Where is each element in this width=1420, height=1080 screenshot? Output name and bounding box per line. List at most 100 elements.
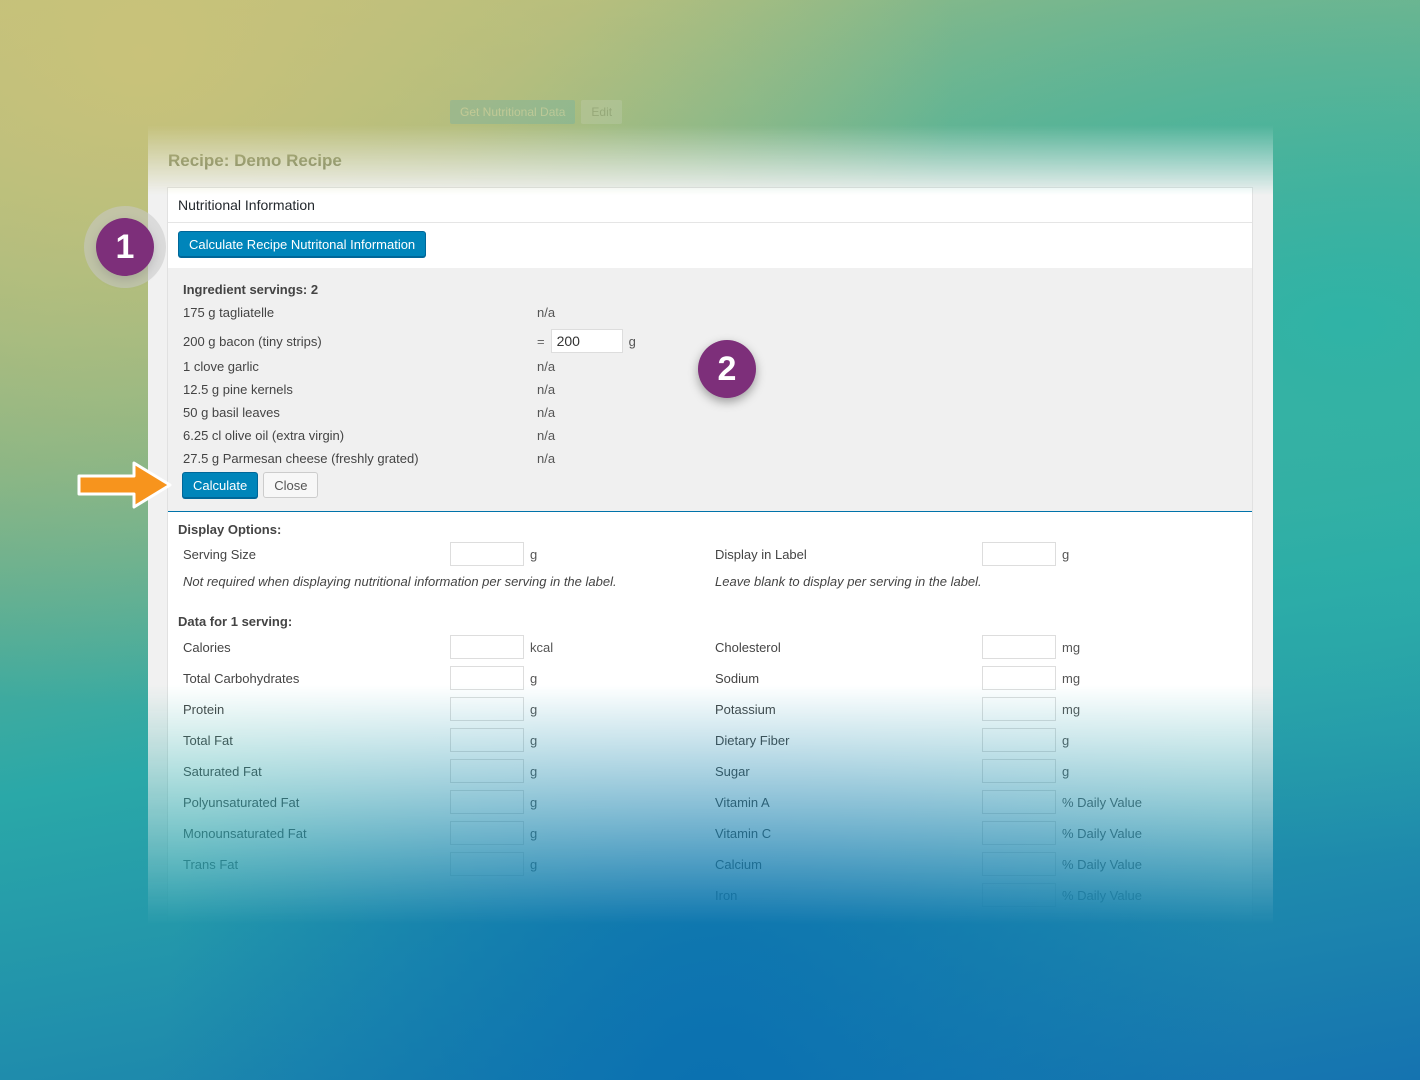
ingredient-amount-input[interactable] xyxy=(550,329,623,353)
nutrient-row: Sugar g xyxy=(715,759,1069,783)
clear-button[interactable]: Clear xyxy=(238,942,292,968)
nutrient-row: Protein g xyxy=(183,697,537,721)
nutrient-unit: mg xyxy=(1062,639,1081,655)
nutrient-input[interactable] xyxy=(450,790,524,814)
nutrient-unit: mg xyxy=(1062,670,1081,686)
nutrient-input[interactable] xyxy=(450,759,524,783)
nutrient-row: Saturated Fat g xyxy=(183,759,537,783)
nutrient-unit: kcal xyxy=(530,639,554,655)
nutrient-label: Calories xyxy=(183,639,231,655)
nutrient-label: Total Fat xyxy=(183,732,233,748)
nutrient-row: Cholesterol mg xyxy=(715,635,1080,659)
close-button[interactable]: Close xyxy=(263,472,319,498)
nutrient-unit: g xyxy=(530,763,538,779)
nutrient-label: Cholesterol xyxy=(715,639,781,655)
edit-button: Edit xyxy=(581,100,623,124)
nutrient-input[interactable] xyxy=(982,697,1056,721)
nutrient-row: Calcium % Daily Value xyxy=(715,852,1142,876)
nutrient-label: Dietary Fiber xyxy=(715,732,790,748)
field-unit: g xyxy=(1062,546,1070,562)
nutrient-unit: % Daily Value xyxy=(1062,825,1142,841)
nutrient-row: Vitamin A % Daily Value xyxy=(715,790,1142,814)
nutrient-row: Total Carbohydrates g xyxy=(183,666,537,690)
nutrient-row: Iron % Daily Value xyxy=(715,883,1142,907)
nutrient-label: Iron xyxy=(715,887,738,903)
nutrient-label: Trans Fat xyxy=(183,856,239,872)
display-in-label-input[interactable] xyxy=(982,542,1056,566)
nutrient-input[interactable] xyxy=(982,728,1056,752)
data-per-serving-heading: Data for 1 serving: xyxy=(178,614,293,629)
nutrient-unit: g xyxy=(530,670,538,686)
ingredient-row: 50 g basil leaves n/a xyxy=(183,402,555,422)
ingredient-row: 6.25 cl olive oil (extra virgin) n/a xyxy=(183,425,555,445)
ingredient-row: 200 g bacon (tiny strips) = g xyxy=(183,329,636,353)
nutrient-label: Sugar xyxy=(715,763,750,779)
ingredient-name: 27.5 g Parmesan cheese (freshly grated) xyxy=(183,450,419,466)
ingredient-row: 175 g tagliatelle n/a xyxy=(183,302,555,322)
nutrient-input[interactable] xyxy=(450,821,524,845)
nutrient-label: Protein xyxy=(183,701,225,717)
calculate-button[interactable]: Calculate xyxy=(182,472,259,498)
ingredient-row: 1 clove garlic n/a xyxy=(183,356,555,376)
nutrient-label: Polyunsaturated Fat xyxy=(183,794,300,810)
nutrient-input[interactable] xyxy=(982,790,1056,814)
nutrient-input[interactable] xyxy=(450,728,524,752)
page-title: Recipe: Demo Recipe xyxy=(168,151,342,170)
nutrient-unit: g xyxy=(530,856,538,872)
nutrient-input[interactable] xyxy=(982,759,1056,783)
nutrient-unit: g xyxy=(530,701,538,717)
ingredient-value: n/a xyxy=(537,381,556,397)
nutrient-label: Total Carbohydrates xyxy=(183,670,300,686)
save-button[interactable]: Save xyxy=(182,942,234,968)
nutrient-unit: g xyxy=(530,825,538,841)
field-label: Serving Size xyxy=(183,546,256,562)
field-unit: g xyxy=(530,546,538,562)
ingredient-row: 12.5 g pine kernels n/a xyxy=(183,379,555,399)
ingredient-value: n/a xyxy=(537,304,556,320)
nutrient-unit: mg xyxy=(1062,701,1081,717)
ingredient-value: n/a xyxy=(537,427,556,443)
nutrient-label: Potassium xyxy=(715,701,776,717)
nutrient-row: Dietary Fiber g xyxy=(715,728,1069,752)
nutrient-row: Sodium mg xyxy=(715,666,1080,690)
nutritional-information-box: Nutritional Information Calculate Recipe… xyxy=(167,187,1253,968)
step-1-badge: 1 xyxy=(96,218,154,276)
calculate-recipe-nutrition-button[interactable]: Calculate Recipe Nutritonal Information xyxy=(178,231,427,257)
nutrient-input[interactable] xyxy=(982,635,1056,659)
get-nutritional-data-button: Get Nutritional Data xyxy=(450,100,576,124)
ingredient-value: n/a xyxy=(537,450,556,466)
nutrient-row: Calories kcal xyxy=(183,635,553,659)
step-2-badge: 2 xyxy=(698,340,756,398)
ingredient-row: 27.5 g Parmesan cheese (freshly grated) … xyxy=(183,448,555,468)
nutrient-input[interactable] xyxy=(450,852,524,876)
nutrient-unit: g xyxy=(1062,732,1070,748)
nutrient-input[interactable] xyxy=(982,852,1056,876)
ingredient-name: 175 g tagliatelle xyxy=(183,304,275,320)
ingredient-servings: Ingredient servings: 2 xyxy=(183,282,319,297)
nutrient-label: Calcium xyxy=(715,856,762,872)
ingredient-name: 200 g bacon (tiny strips) xyxy=(183,333,322,349)
nutrient-unit: % Daily Value xyxy=(1062,794,1142,810)
field-label: Display in Label xyxy=(715,546,807,562)
nutrient-row: Monounsaturated Fat g xyxy=(183,821,537,845)
recipe-modal: Recipe: Demo Recipe Nutritional Informat… xyxy=(148,125,1273,968)
nutrient-label: Vitamin C xyxy=(715,825,772,841)
arrow-icon xyxy=(77,461,172,509)
ingredient-name: 1 clove garlic xyxy=(183,358,259,374)
nutrient-input[interactable] xyxy=(982,883,1056,907)
box-heading: Nutritional Information xyxy=(168,188,1252,223)
nutrient-input[interactable] xyxy=(450,635,524,659)
nutrient-row: Trans Fat g xyxy=(183,852,537,876)
nutrient-label: Monounsaturated Fat xyxy=(183,825,307,841)
nutrient-input[interactable] xyxy=(982,821,1056,845)
nutrient-input[interactable] xyxy=(982,666,1056,690)
nutrient-unit: g xyxy=(530,732,538,748)
nutrient-unit: % Daily Value xyxy=(1062,856,1142,872)
nutrient-row: Total Fat g xyxy=(183,728,537,752)
serving-size-input[interactable] xyxy=(450,542,524,566)
ingredient-value: n/a xyxy=(537,358,556,374)
nutrient-input[interactable] xyxy=(450,697,524,721)
ingredient-value: n/a xyxy=(537,404,556,420)
ingredient-name: 50 g basil leaves xyxy=(183,404,280,420)
nutrient-input[interactable] xyxy=(450,666,524,690)
